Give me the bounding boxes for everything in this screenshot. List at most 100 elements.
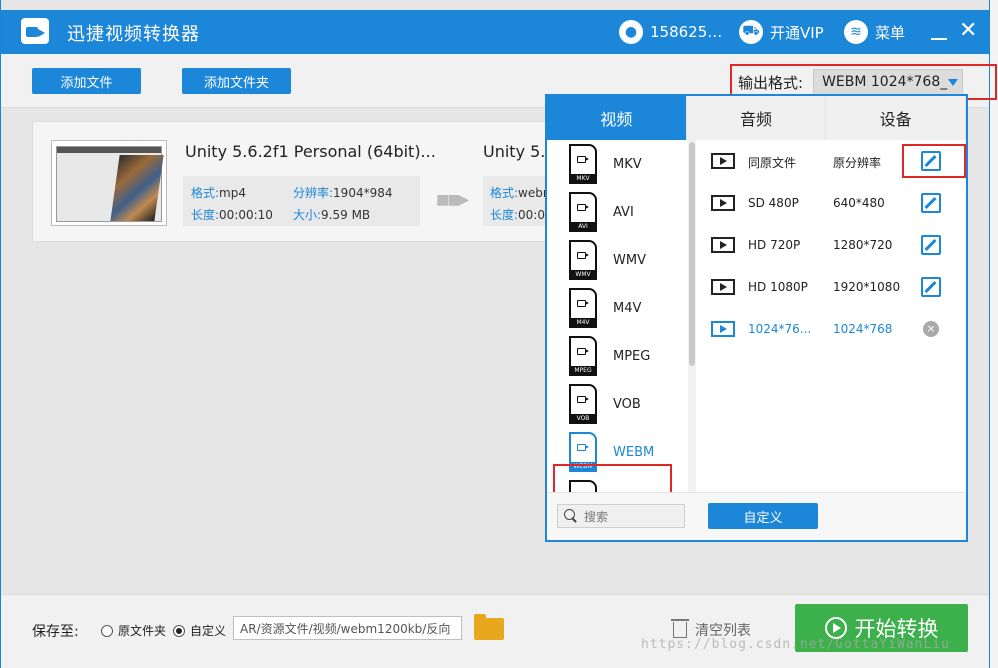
edit-icon[interactable] <box>921 277 941 297</box>
format-label: VOB <box>613 396 641 412</box>
size-value: 9.59 MB <box>321 208 371 222</box>
video-file-icon: M4V <box>569 288 599 328</box>
radio-off-icon <box>101 624 113 637</box>
preset-name: HD 1080P <box>748 280 808 294</box>
preset-resolution: 640*480 <box>833 196 885 210</box>
format-item-avi[interactable]: AVI AVI <box>569 188 689 236</box>
minimize-icon[interactable] <box>931 38 947 40</box>
format-list: MKV MKV AVI AVI WMV WMV M4V M4V MPEG MPE… <box>547 140 691 492</box>
target-file-name: Unity 5.6 <box>483 142 548 161</box>
save-path-input[interactable]: AR/资源文件/视频/webm1200kb/反向 <box>233 616 462 640</box>
menu-label: 菜单 <box>875 23 906 42</box>
dropdown-arrow-icon <box>948 79 959 86</box>
video-file-icon: MKV <box>569 144 599 184</box>
add-folder-button[interactable]: 添加文件夹 <box>182 68 291 94</box>
format-panel-footer: 搜索 自定义 <box>547 492 966 540</box>
film-icon <box>711 237 735 253</box>
format-item-mkv[interactable]: MKV MKV <box>569 140 689 188</box>
film-icon <box>711 279 735 295</box>
format-label: WMV <box>613 252 646 268</box>
menu-button[interactable]: ≋ 菜单 <box>844 18 905 46</box>
video-thumbnail <box>51 140 167 226</box>
preset-row[interactable]: HD 720P 1280*720 <box>697 224 966 266</box>
user-account-button[interactable]: ● 158625… <box>619 18 722 46</box>
preset-resolution: 1280*720 <box>833 238 893 252</box>
preset-row[interactable]: HD 1080P 1920*1080 <box>697 266 966 308</box>
convert-arrow-icon: ■■▶ <box>436 192 469 208</box>
close-icon[interactable]: ✕ <box>959 20 977 42</box>
preset-row[interactable]: 同原文件 原分辨率 <box>697 140 966 182</box>
video-file-icon: WMV <box>569 240 599 280</box>
vip-button[interactable]: ⛟ 开通VIP <box>739 18 824 46</box>
preset-resolution: 原分辨率 <box>833 156 882 170</box>
source-file-meta: 格式:mp4 分辨率:1904*984 长度:00:00:10 大小:9.59 … <box>183 176 420 226</box>
output-format-dropdown[interactable]: WEBM 1024*768_ <box>813 69 964 95</box>
video-file-icon: AVI <box>569 192 599 232</box>
resolution-value: 1904*984 <box>333 186 393 200</box>
format-label: MPEG <box>613 348 651 364</box>
delete-icon[interactable]: × <box>923 321 939 337</box>
format-label: WEBM <box>613 444 655 460</box>
preset-list: 同原文件 原分辨率 SD 480P 640*480 HD 720P 1280*7… <box>697 140 966 492</box>
preset-row[interactable]: SD 480P 640*480 <box>697 182 966 224</box>
format-item-wmv[interactable]: WMV WMV <box>569 236 689 284</box>
watermark: https://blog.csdn.net/GottaYiWanLiu <box>641 637 950 652</box>
format-panel: 视频 音频 设备 MKV MKV AVI AVI WMV WMV M4V M4V… <box>545 94 968 542</box>
edit-icon[interactable] <box>921 235 941 255</box>
tab-video[interactable]: 视频 <box>547 96 687 140</box>
preset-resolution: 1920*1080 <box>833 280 901 294</box>
format-value: mp4 <box>219 186 246 200</box>
user-icon: ● <box>619 20 643 44</box>
format-search-input[interactable]: 搜索 <box>557 504 685 528</box>
preset-row-selected[interactable]: 1024*76... 1024*768 × <box>697 308 966 350</box>
bottom-bar: 保存至: 原文件夹 自定义 AR/资源文件/视频/webm1200kb/反向 清… <box>1 594 989 668</box>
preset-resolution: 1024*768 <box>833 322 893 336</box>
preset-name: HD 720P <box>748 238 801 252</box>
target-duration-label: 长度: <box>490 208 519 222</box>
duration-label: 长度: <box>191 208 220 222</box>
resolution-label: 分辨率: <box>293 186 334 200</box>
film-icon <box>711 321 735 337</box>
save-to-label: 保存至: <box>32 624 79 640</box>
format-item-mpeg[interactable]: MPEG MPEG <box>569 332 689 380</box>
vip-label: 开通VIP <box>770 23 824 42</box>
search-placeholder: 搜索 <box>584 509 609 524</box>
app-logo-icon <box>21 18 49 44</box>
cart-icon: ⛟ <box>739 20 763 44</box>
format-item-vob[interactable]: VOB VOB <box>569 380 689 428</box>
format-item-m4v[interactable]: M4V M4V <box>569 284 689 332</box>
file-item-card[interactable]: Unity 5.6.2f1 Personal (64bit)... 格式:mp4… <box>32 121 592 242</box>
add-file-button[interactable]: 添加文件 <box>32 68 141 94</box>
app-title: 迅捷视频转换器 <box>67 24 200 45</box>
tab-device[interactable]: 设备 <box>826 96 967 140</box>
format-label: AVI <box>613 204 634 220</box>
source-file-name: Unity 5.6.2f1 Personal (64bit)... <box>185 142 436 161</box>
edit-highlight-box <box>902 144 966 178</box>
format-list-scrollbar[interactable] <box>689 142 695 366</box>
radio-original-label: 原文件夹 <box>118 624 167 638</box>
film-icon <box>711 195 735 211</box>
play-icon <box>824 617 847 639</box>
edit-icon[interactable] <box>921 193 941 213</box>
format-label: M4V <box>613 300 642 316</box>
trash-icon <box>671 619 689 638</box>
selection-highlight-box <box>553 464 672 492</box>
video-file-icon: VOB <box>569 384 599 424</box>
preset-name: 1024*76... <box>748 322 812 336</box>
layers-icon: ≋ <box>844 20 868 44</box>
preset-name: SD 480P <box>748 196 799 210</box>
custom-format-button[interactable]: 自定义 <box>708 503 818 529</box>
format-label: 格式: <box>191 186 220 200</box>
film-icon <box>711 153 735 169</box>
target-format-label: 格式: <box>490 186 519 200</box>
radio-original-folder[interactable]: 原文件夹 <box>101 622 166 639</box>
output-format-label: 输出格式: <box>738 73 804 92</box>
output-format-value: WEBM 1024*768_ <box>822 74 948 90</box>
user-name: 158625… <box>650 23 723 41</box>
format-tabs: 视频 音频 设备 <box>547 96 967 140</box>
radio-on-icon <box>173 624 185 637</box>
tab-audio[interactable]: 音频 <box>686 96 827 140</box>
folder-icon[interactable] <box>474 614 504 640</box>
radio-custom-folder[interactable]: 自定义 <box>173 622 226 639</box>
search-icon <box>564 509 578 523</box>
